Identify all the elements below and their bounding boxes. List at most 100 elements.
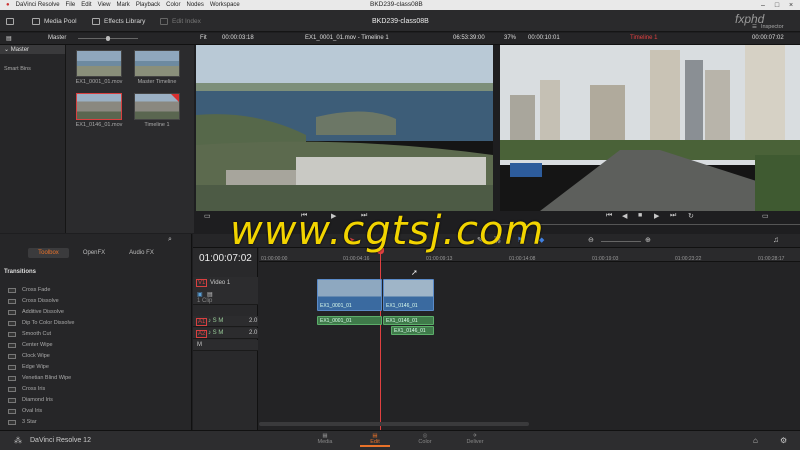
list-item[interactable]: Venetian Blind Wipe	[8, 375, 71, 381]
film-icon[interactable]: ▤	[207, 291, 213, 298]
monitor-icon	[6, 17, 14, 25]
video-clip[interactable]: EX1_0001_01	[317, 279, 382, 311]
track-v1-header[interactable]: V1 Video 1 ▣ ▤ 1 Clip	[193, 277, 258, 305]
zoom-out-icon[interactable]: ⊖	[588, 236, 594, 244]
page-media[interactable]: ▦ Media	[310, 433, 340, 445]
list-item[interactable]: Dip To Color Dissolve	[8, 320, 74, 326]
effects-library-button[interactable]: Effects Library	[92, 15, 145, 27]
flag-icon	[171, 94, 179, 102]
tab-openfx[interactable]: OpenFX	[73, 248, 115, 258]
mute-icon[interactable]: ♪ S M	[208, 318, 223, 324]
inspector-button[interactable]: ☰ Inspector	[752, 21, 784, 33]
source-clip-name: EX1_0001_01.mov - Timeline 1	[305, 35, 389, 41]
list-item[interactable]: 3 Star	[8, 419, 37, 425]
search-icon[interactable]: ⌕	[168, 236, 172, 244]
menu-color[interactable]: Color	[166, 2, 180, 8]
program-viewer[interactable]	[500, 45, 800, 211]
tab-audio-fx[interactable]: Audio FX	[119, 248, 164, 258]
list-item[interactable]: Diamond Iris	[8, 397, 53, 403]
timeline-thumbnail[interactable]	[134, 93, 180, 120]
mute-icon[interactable]: ♪ S M	[208, 330, 223, 336]
clip-thumbnail[interactable]	[76, 50, 122, 77]
bin-list: ⌄ Master Smart Bins	[0, 45, 66, 233]
track-master-header[interactable]: M	[193, 340, 258, 351]
clip-thumbnail-selected[interactable]	[76, 93, 122, 120]
media-pool-icon	[32, 17, 40, 25]
track-id[interactable]: V1	[196, 279, 208, 287]
page-edit[interactable]: ▤ Edit	[360, 433, 390, 447]
menu-mark[interactable]: Mark	[116, 2, 129, 8]
effects-library-label: Effects Library	[104, 17, 146, 25]
audio-icon[interactable]: ♫	[773, 235, 779, 244]
thumbnail-size-slider[interactable]	[78, 36, 138, 41]
timeline-scrollbar[interactable]	[259, 422, 529, 426]
track-id[interactable]: A2	[196, 330, 208, 338]
window-controls: – □ ×	[756, 0, 798, 10]
timeline-thumbnail[interactable]	[134, 50, 180, 77]
list-item[interactable]: Oval Iris	[8, 408, 42, 414]
close-icon[interactable]: ×	[784, 0, 798, 10]
loop-icon[interactable]: ↻	[688, 212, 694, 220]
minimize-icon[interactable]: –	[756, 0, 770, 10]
lock-icon[interactable]: ▣	[197, 291, 203, 298]
ruler-tick: 01:00:19:03	[592, 256, 619, 262]
mouse-cursor-icon: ➚	[411, 268, 418, 277]
viewer-header-bar: ▤ Master Fit 00:00:03:18 EX1_0001_01.mov…	[0, 33, 800, 45]
menu-playback[interactable]: Playback	[136, 2, 160, 8]
track-name: Video 1	[210, 280, 231, 286]
menu-nodes[interactable]: Nodes	[187, 2, 204, 8]
list-view-icon[interactable]: ▤	[6, 35, 12, 42]
track-id[interactable]: A1	[196, 318, 208, 326]
jump-end-icon[interactable]: ⏭	[670, 212, 676, 220]
page-color[interactable]: ◎ Color	[410, 433, 440, 445]
transition-label: Cross Dissolve	[22, 298, 59, 304]
program-zoom[interactable]: 37%	[504, 35, 516, 41]
list-item[interactable]: Smooth Cut	[8, 331, 51, 337]
timeline-name[interactable]: Timeline 1	[630, 35, 657, 41]
menu-file[interactable]: File	[66, 2, 76, 8]
page-deliver[interactable]: ✈ Deliver	[460, 433, 490, 445]
list-item[interactable]: Clock Wipe	[8, 353, 50, 359]
video-clip[interactable]: EX1_0146_01	[383, 279, 434, 311]
maximize-icon[interactable]: □	[770, 0, 784, 10]
menu-app[interactable]: DaVinci Resolve	[16, 2, 60, 8]
play-reverse-icon[interactable]: ◀	[622, 212, 627, 220]
settings-icon[interactable]: ⚙	[780, 436, 787, 445]
track-a1-header[interactable]: A1 ♪ S M 2.0	[193, 316, 258, 327]
zoom-in-icon[interactable]: ⊕	[645, 236, 651, 244]
list-item[interactable]: Cross Iris	[8, 386, 45, 392]
monitor-options-icon[interactable]: ▭	[204, 212, 211, 220]
tab-toolbox[interactable]: Toolbox	[28, 248, 69, 258]
slider-handle[interactable]	[106, 36, 110, 41]
transition-icon	[8, 353, 16, 359]
list-item[interactable]: Additive Dissolve	[8, 309, 64, 315]
edit-index-button[interactable]: Edit Index	[160, 15, 201, 27]
zoom-slider[interactable]	[601, 241, 641, 242]
program-scrubber[interactable]	[500, 224, 800, 225]
jump-start-icon[interactable]: ⏮	[606, 212, 612, 220]
track-a2-header[interactable]: A2 ♪ S M 2.0	[193, 328, 258, 339]
bin-master[interactable]: ⌄ Master	[0, 45, 65, 54]
source-fit[interactable]: Fit	[200, 35, 207, 41]
list-item[interactable]: Cross Fade	[8, 287, 50, 293]
menu-edit[interactable]: Edit	[81, 2, 91, 8]
playhead[interactable]	[377, 248, 384, 430]
audio-clip[interactable]: EX1_0001_01	[317, 316, 382, 325]
menu-workspace[interactable]: Workspace	[210, 2, 240, 8]
source-viewer[interactable]	[196, 45, 493, 211]
media-pool-button[interactable]: Media Pool	[32, 15, 77, 27]
panel-toggle-button[interactable]	[6, 15, 14, 27]
program-frame-image	[500, 45, 800, 211]
menu-view[interactable]: View	[98, 2, 111, 8]
list-item[interactable]: Center Wipe	[8, 342, 53, 348]
chevron-down-icon: ⌄	[4, 47, 11, 53]
transitions-heading: Transitions	[4, 269, 37, 275]
fullscreen-icon[interactable]: ▭	[762, 212, 769, 220]
audio-clip[interactable]: EX1_0146_01	[383, 316, 434, 325]
list-item[interactable]: Cross Dissolve	[8, 298, 59, 304]
audio-clip[interactable]: EX1_0146_01	[391, 326, 434, 335]
home-icon[interactable]: ⌂	[753, 436, 758, 445]
play-icon[interactable]: ▶	[654, 212, 659, 220]
stop-icon[interactable]: ■	[638, 212, 642, 219]
list-item[interactable]: Edge Wipe	[8, 364, 49, 370]
